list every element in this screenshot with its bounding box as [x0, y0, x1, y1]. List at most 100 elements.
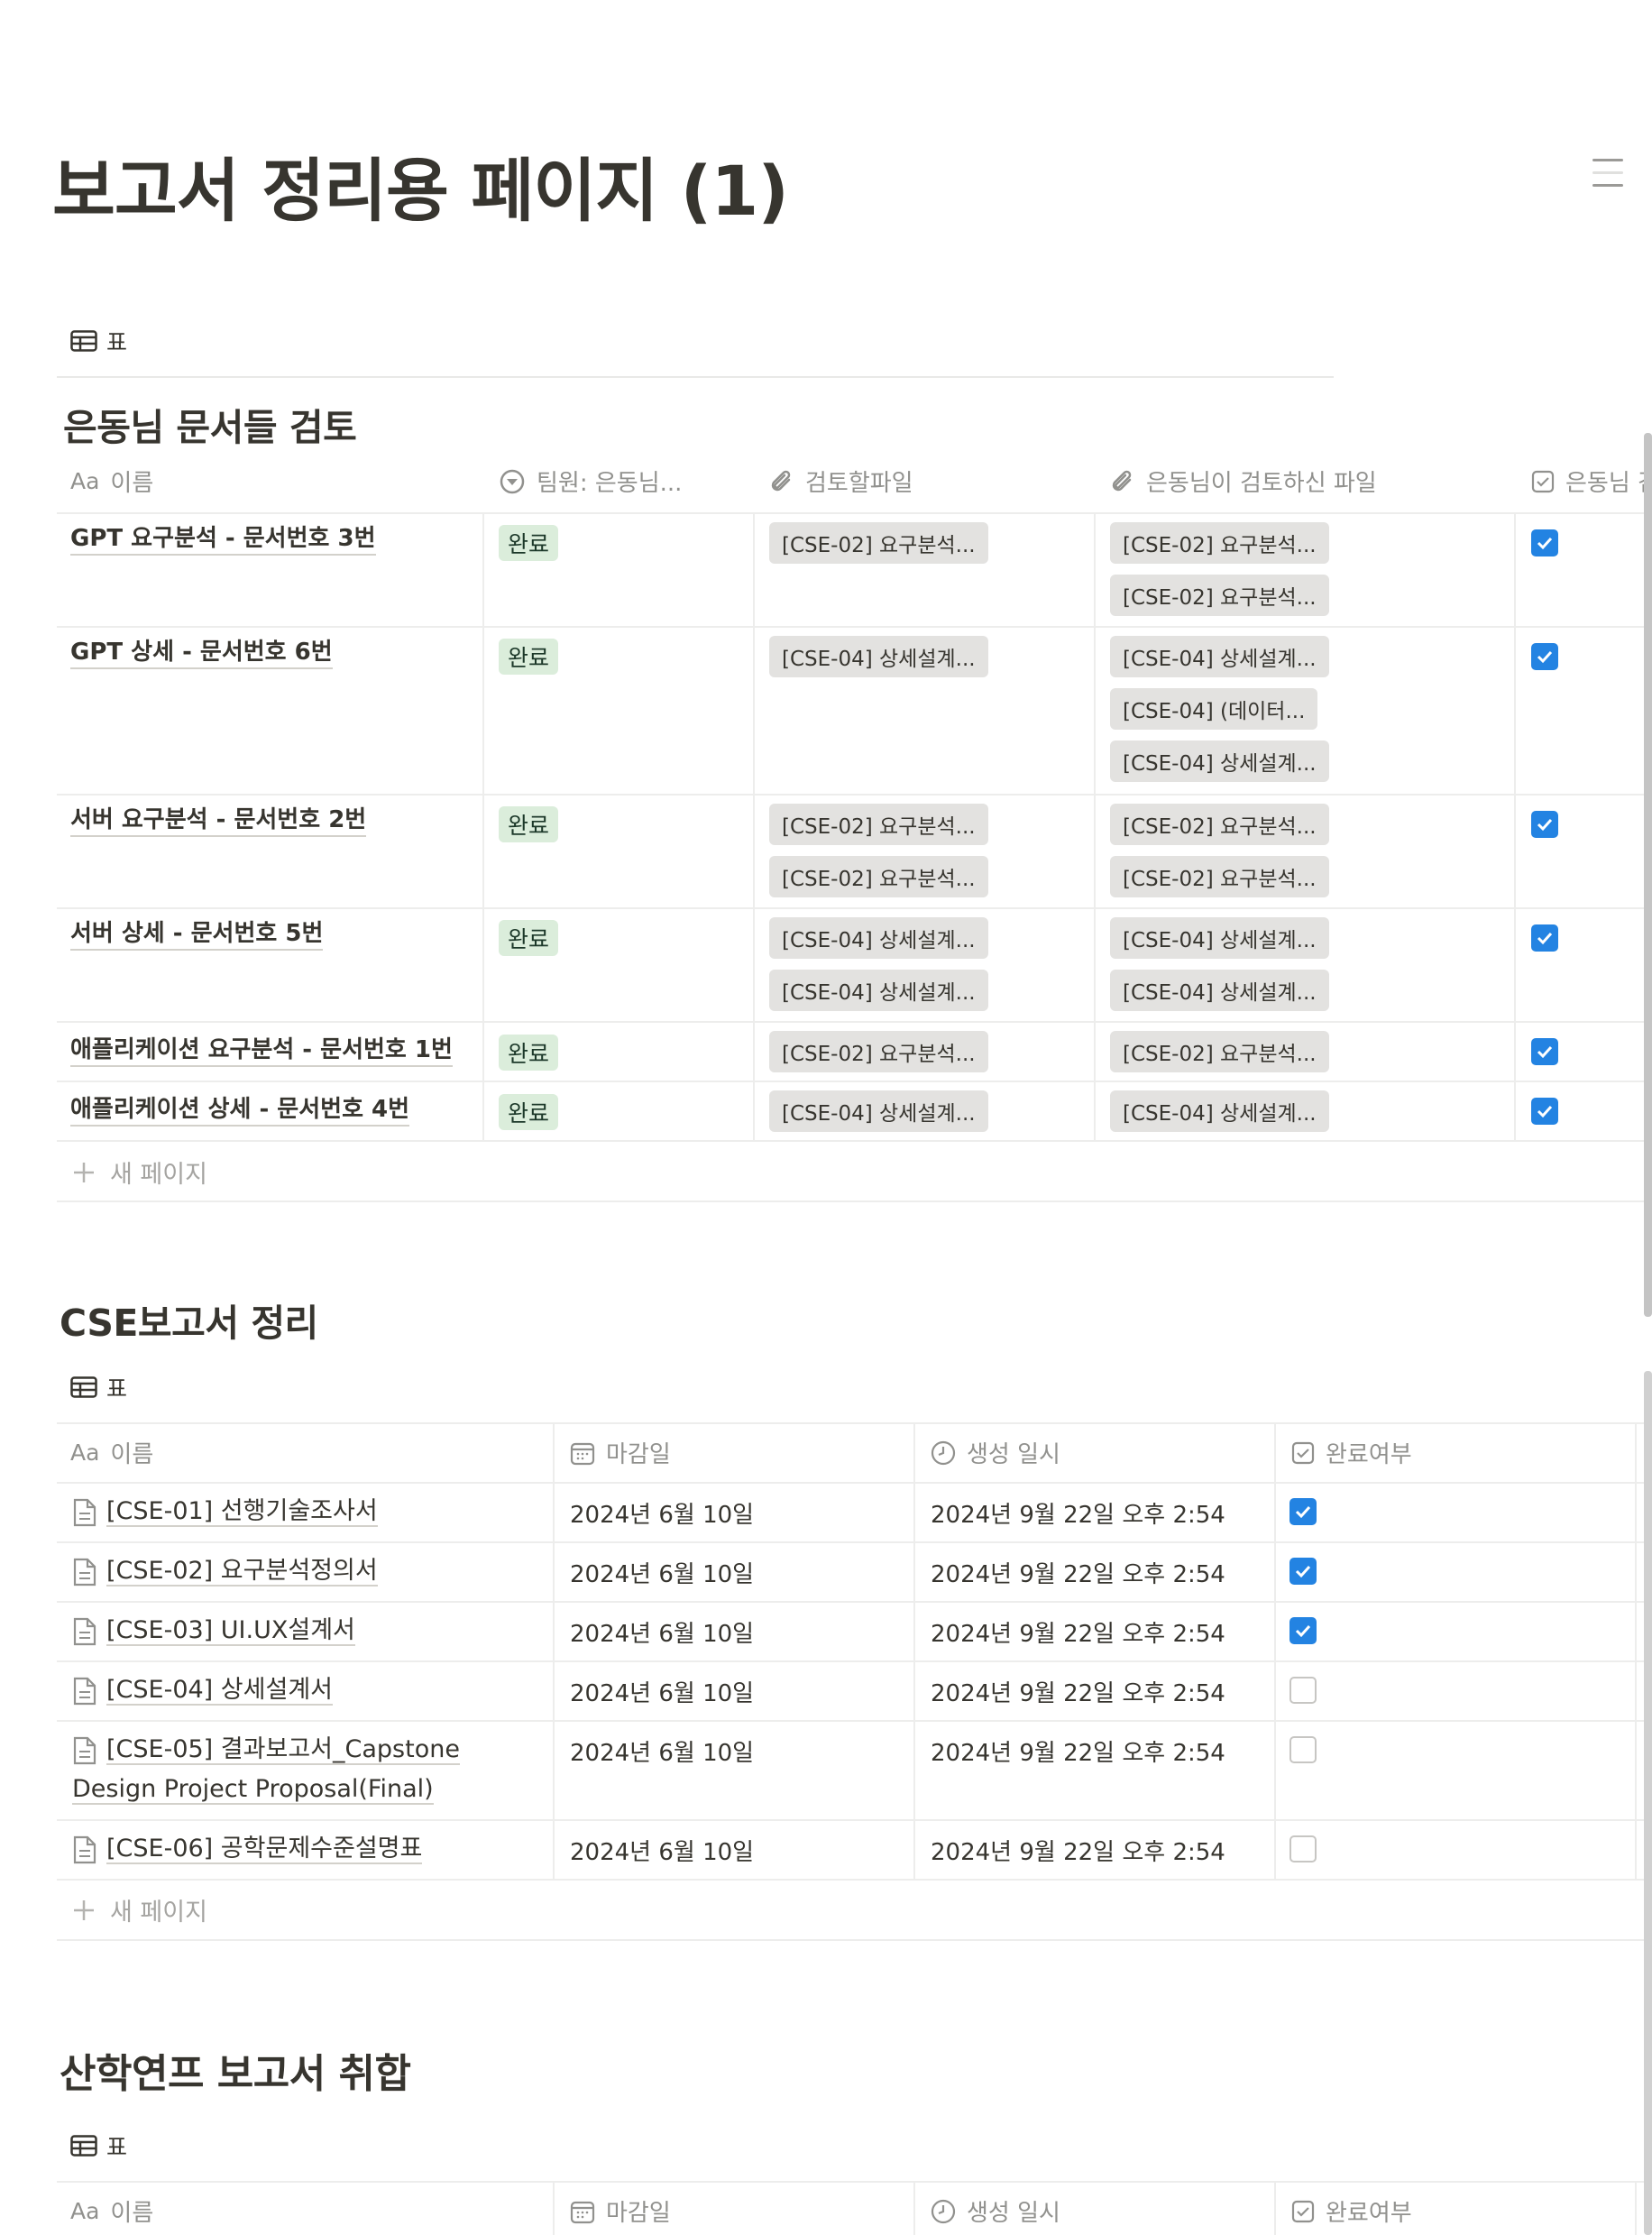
page-icon: [73, 1558, 96, 1586]
page-icon: [73, 1617, 96, 1645]
checkbox-checked[interactable]: [1531, 811, 1558, 838]
due-date: 2024년 6월 10일: [570, 1561, 755, 1588]
created-time: 2024년 9월 22일 오후 2:54: [931, 1621, 1225, 1648]
status-badge: 완료: [499, 806, 559, 842]
table-of-contents-icon[interactable]: [1592, 155, 1623, 191]
view-tab-table[interactable]: 표: [70, 1371, 127, 1403]
file-chip[interactable]: [CSE-04] 상세설계...: [769, 917, 988, 959]
table-row[interactable]: [CSE-02] 요구분석정의서: [72, 1551, 378, 1591]
checkbox-checked[interactable]: [1531, 1038, 1558, 1065]
check-icon: [1537, 932, 1553, 945]
column-header-member[interactable]: 팀원: 은동님...: [499, 464, 682, 498]
column-header-created[interactable]: 생성 일시: [931, 1436, 1060, 1469]
column-header-review-files[interactable]: 검토할파일: [769, 464, 913, 498]
page-title[interactable]: 보고서 정리용 페이지 (1): [52, 135, 789, 235]
paperclip-icon: [1112, 470, 1132, 491]
checkbox-checked[interactable]: [1531, 529, 1558, 556]
table-row[interactable]: [CSE-04] 상세설계서: [72, 1670, 333, 1710]
horizontal-scrollbar[interactable]: [1644, 433, 1652, 1317]
file-chip[interactable]: [CSE-02] 요구분석...: [769, 522, 988, 564]
created-time: 2024년 9월 22일 오후 2:54: [931, 1502, 1225, 1529]
new-page-button[interactable]: 새 페이지: [72, 1892, 207, 1927]
file-chip[interactable]: [CSE-04] 상세설계...: [769, 970, 988, 1011]
database-title[interactable]: CSE보고서 정리: [60, 1292, 318, 1347]
column-header-name[interactable]: Aa 이름: [70, 464, 153, 498]
vertical-scrollbar[interactable]: [1644, 1371, 1652, 2235]
created-time: 2024년 9월 22일 오후 2:54: [931, 1740, 1225, 1767]
table-row[interactable]: [CSE-03] UI.UX설계서: [72, 1611, 355, 1651]
checkbox-type-icon: [1291, 2200, 1315, 2222]
view-tab-table[interactable]: 표: [70, 325, 127, 357]
column-header-name[interactable]: Aa 이름: [70, 2194, 153, 2228]
database-title[interactable]: 은동님 문서들 검토: [63, 397, 357, 451]
view-tab-table[interactable]: 표: [70, 2129, 127, 2162]
file-chip[interactable]: [CSE-02] 요구분석...: [1110, 856, 1329, 897]
file-chip[interactable]: [CSE-04] 상세설계...: [769, 1090, 988, 1132]
file-chip[interactable]: [CSE-02] 요구분석...: [1110, 804, 1329, 845]
checkbox-type-icon: [1531, 470, 1555, 492]
file-chip[interactable]: [CSE-04] 상세설계...: [1110, 1090, 1329, 1132]
table-row[interactable]: 애플리케이션 요구분석 - 문서번호 1번: [70, 1035, 453, 1067]
checkbox-unchecked[interactable]: [1289, 1736, 1317, 1763]
view-tab-label: 표: [106, 1375, 128, 1402]
file-chip[interactable]: [CSE-04] 상세설계...: [1110, 740, 1329, 782]
column-header-created[interactable]: 생성 일시: [931, 2194, 1060, 2228]
checkbox-checked[interactable]: [1289, 1558, 1317, 1585]
new-page-button[interactable]: 새 페이지: [72, 1154, 207, 1190]
due-date: 2024년 6월 10일: [570, 1740, 755, 1767]
text-type-icon: Aa: [70, 1439, 100, 1466]
column-header-done[interactable]: 완료여부: [1291, 1436, 1412, 1469]
page-icon: [73, 1677, 96, 1705]
column-header-reviewed-files[interactable]: 은동님이 검토하신 파일: [1110, 464, 1377, 498]
checkbox-checked[interactable]: [1289, 1617, 1317, 1644]
check-icon: [1295, 1624, 1311, 1638]
check-icon: [1537, 1105, 1553, 1118]
status-badge: 완료: [499, 525, 559, 561]
file-chip[interactable]: [CSE-04] 상세설계...: [1110, 970, 1329, 1011]
file-chip[interactable]: [CSE-02] 요구분석...: [1110, 575, 1329, 616]
text-type-icon: Aa: [70, 468, 100, 494]
checkbox-unchecked[interactable]: [1289, 1835, 1317, 1862]
column-header-name[interactable]: Aa 이름: [70, 1436, 153, 1469]
checkbox-checked[interactable]: [1531, 924, 1558, 952]
table-row[interactable]: 서버 상세 - 문서번호 5번: [70, 918, 324, 951]
file-chip[interactable]: [CSE-04] 상세설계...: [769, 636, 988, 677]
file-chip[interactable]: [CSE-04] (데이터...: [1110, 688, 1318, 730]
table-row[interactable]: [CSE-06] 공학문제수준설명표: [72, 1829, 423, 1869]
checkbox-checked[interactable]: [1531, 1098, 1558, 1125]
view-tab-label: 표: [106, 2134, 128, 2160]
status-badge: 완료: [499, 1094, 559, 1130]
column-header-due[interactable]: 마감일: [570, 1436, 671, 1469]
table-row[interactable]: GPT 상세 - 문서번호 6번: [70, 637, 333, 669]
file-chip[interactable]: [CSE-02] 요구분석...: [1110, 522, 1329, 564]
column-header-due[interactable]: 마감일: [570, 2194, 671, 2228]
file-chip[interactable]: [CSE-02] 요구분석...: [1110, 1031, 1329, 1072]
table-row[interactable]: 애플리케이션 상세 - 문서번호 4번: [70, 1094, 410, 1127]
status-badge: 완료: [499, 920, 559, 956]
file-chip[interactable]: [CSE-04] 상세설계...: [1110, 636, 1329, 677]
file-chip[interactable]: [CSE-02] 요구분석...: [769, 856, 988, 897]
column-header-done[interactable]: 완료여부: [1291, 2194, 1412, 2228]
database-title[interactable]: 산학연프 보고서 취합: [60, 2041, 411, 2099]
created-time: 2024년 9월 22일 오후 2:54: [931, 1839, 1225, 1866]
status-badge: 완료: [499, 1035, 559, 1071]
checkbox-checked[interactable]: [1289, 1498, 1317, 1525]
text-type-icon: Aa: [70, 2198, 100, 2224]
created-time: 2024년 9월 22일 오후 2:54: [931, 1561, 1225, 1588]
checkbox-checked[interactable]: [1531, 643, 1558, 670]
table-row[interactable]: [CSE-01] 선행기술조사서: [72, 1492, 378, 1531]
page-icon: [73, 1835, 96, 1863]
checkbox-unchecked[interactable]: [1289, 1677, 1317, 1704]
column-header-check[interactable]: 은동님 검: [1531, 464, 1652, 498]
check-icon: [1295, 1565, 1311, 1578]
table-row[interactable]: GPT 요구분석 - 문서번호 3번: [70, 523, 376, 556]
clock-icon: [931, 2199, 956, 2223]
file-chip[interactable]: [CSE-02] 요구분석...: [769, 804, 988, 845]
table-row[interactable]: 서버 요구분석 - 문서번호 2번: [70, 805, 367, 837]
table-row[interactable]: [CSE-05] 결과보고서_Capstone Design Project P…: [72, 1730, 460, 1809]
file-chip[interactable]: [CSE-04] 상세설계...: [1110, 917, 1329, 959]
divider: [57, 376, 1334, 378]
file-chip[interactable]: [CSE-02] 요구분석...: [769, 1031, 988, 1072]
created-time: 2024년 9월 22일 오후 2:54: [931, 1680, 1225, 1707]
due-date: 2024년 6월 10일: [570, 1680, 755, 1707]
